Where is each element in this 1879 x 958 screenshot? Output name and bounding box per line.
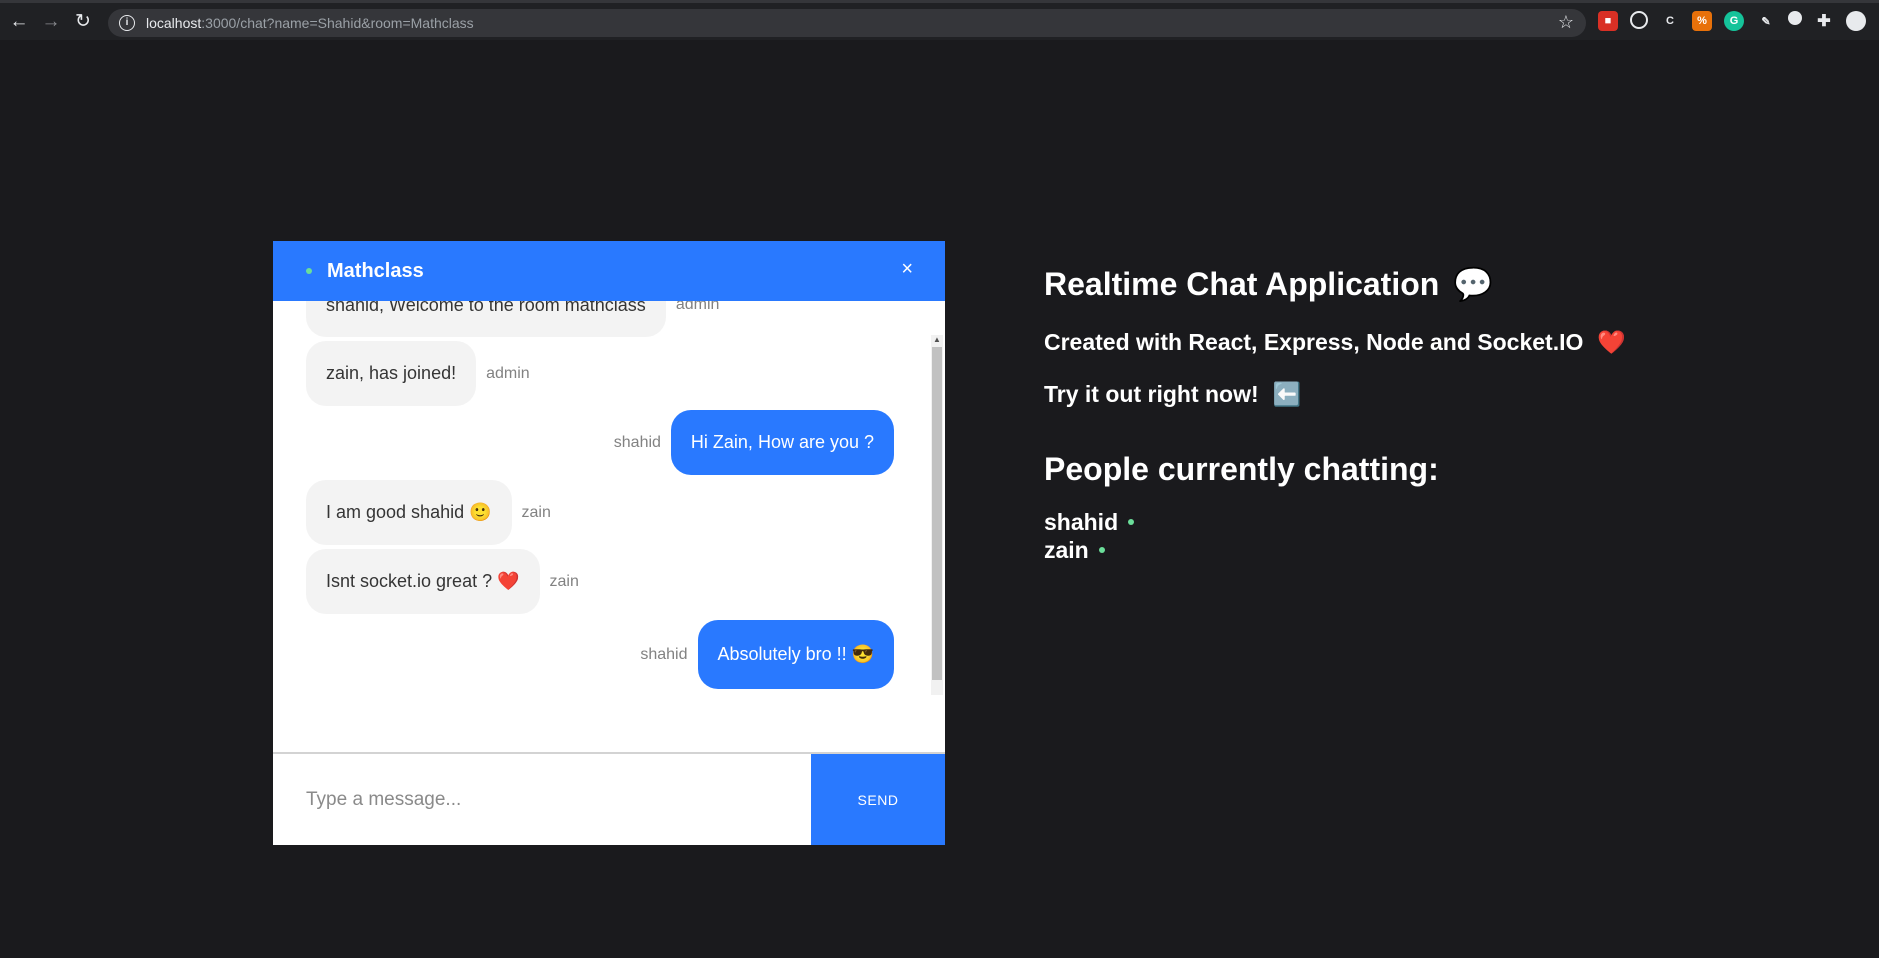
- message-sender: admin: [675, 301, 720, 313]
- forward-icon[interactable]: →: [38, 9, 64, 35]
- message-bubble: Absolutely bro !! 😎: [697, 620, 894, 689]
- user-item: shahid: [1044, 508, 1135, 536]
- online-indicator-icon: [306, 268, 312, 274]
- message-sender: zain: [549, 572, 579, 590]
- send-button[interactable]: SEND: [811, 754, 945, 845]
- message-row: I am good shahid 🙂 zain: [306, 480, 551, 545]
- room-name: Mathclass: [327, 259, 424, 282]
- browser-toolbar: ← → ↻ i localhost:3000/chat?name=Shahid&…: [0, 0, 1879, 40]
- message-composer: SEND: [273, 752, 945, 845]
- message-bubble: Hi Zain, How are you ?: [670, 410, 894, 475]
- grammarly-icon[interactable]: G: [1724, 11, 1744, 31]
- online-indicator-icon: [1098, 547, 1105, 553]
- app-title-text: Realtime Chat Application: [1044, 265, 1440, 302]
- bookmark-star-icon[interactable]: ☆: [1558, 12, 1574, 33]
- puzzle-icon[interactable]: ✚: [1814, 11, 1834, 31]
- scroll-up-icon[interactable]: ▲: [933, 335, 941, 344]
- address-bar[interactable]: i localhost:3000/chat?name=Shahid&room=M…: [108, 9, 1586, 37]
- message-bubble: shahid, Welcome to the room mathclass: [306, 301, 666, 337]
- site-info-icon[interactable]: i: [119, 15, 135, 31]
- scrollbar-thumb[interactable]: [932, 347, 942, 680]
- online-indicator-icon: [1128, 519, 1135, 525]
- app-subtitle: Created with React, Express, Node and So…: [1044, 329, 1626, 356]
- message-input[interactable]: [273, 754, 811, 845]
- profile-avatar[interactable]: [1846, 11, 1866, 31]
- close-icon[interactable]: ×: [901, 258, 913, 281]
- message-row: shahid, Welcome to the room mathclass ad…: [306, 301, 719, 337]
- message-bubble: I am good shahid 🙂: [306, 480, 512, 545]
- cta-text: Try it out right now!: [1044, 381, 1259, 407]
- extension-icon[interactable]: [1630, 11, 1648, 29]
- messages-panel[interactable]: shahid, Welcome to the room mathclass ad…: [273, 301, 945, 695]
- extension-icon[interactable]: ✎: [1756, 11, 1776, 31]
- chat-header: Mathclass ×: [273, 241, 945, 301]
- message-sender: shahid: [640, 645, 688, 663]
- extension-icon[interactable]: ■: [1598, 11, 1618, 31]
- chat-window: Mathclass × shahid, Welcome to the room …: [273, 241, 945, 845]
- user-name: shahid: [1044, 508, 1119, 535]
- speech-bubble-icon: 💬: [1453, 266, 1494, 302]
- app-subtitle-text: Created with React, Express, Node and So…: [1044, 329, 1584, 355]
- app-title: Realtime Chat Application 💬: [1044, 265, 1493, 303]
- reload-icon[interactable]: ↻: [70, 9, 96, 35]
- cta-line: Try it out right now! ⬅️: [1044, 381, 1301, 408]
- left-arrow-icon: ⬅️: [1272, 381, 1302, 407]
- message-sender: shahid: [613, 433, 661, 451]
- message-sender: admin: [486, 364, 530, 382]
- message-row: shahid Hi Zain, How are you ?: [614, 410, 894, 475]
- back-icon[interactable]: ←: [6, 9, 32, 35]
- heart-icon: ❤️: [1597, 329, 1627, 355]
- message-row: zain, has joined! admin: [306, 341, 530, 406]
- user-name: zain: [1044, 536, 1089, 563]
- extension-icon[interactable]: C: [1660, 11, 1680, 31]
- extensions-bar: ■ C % G ✎ ✚: [1598, 11, 1866, 31]
- user-list: shahid zain: [1044, 508, 1135, 564]
- people-title: People currently chatting:: [1044, 451, 1439, 487]
- message-row: Isnt socket.io great ? ❤️ zain: [306, 549, 579, 614]
- message-bubble: zain, has joined!: [306, 341, 477, 406]
- message-sender: zain: [521, 503, 551, 521]
- message-bubble: Isnt socket.io great ? ❤️: [306, 549, 540, 614]
- message-row: shahid Absolutely bro !! 😎: [640, 620, 894, 689]
- user-item: zain: [1044, 536, 1134, 564]
- url-host: localhost: [146, 15, 202, 31]
- url-path: :3000/chat?name=Shahid&room=Mathclass: [201, 15, 474, 31]
- messages-scrollbar[interactable]: ▲ ▼: [931, 335, 943, 695]
- extension-icon[interactable]: [1788, 11, 1802, 25]
- extension-icon[interactable]: %: [1692, 11, 1712, 31]
